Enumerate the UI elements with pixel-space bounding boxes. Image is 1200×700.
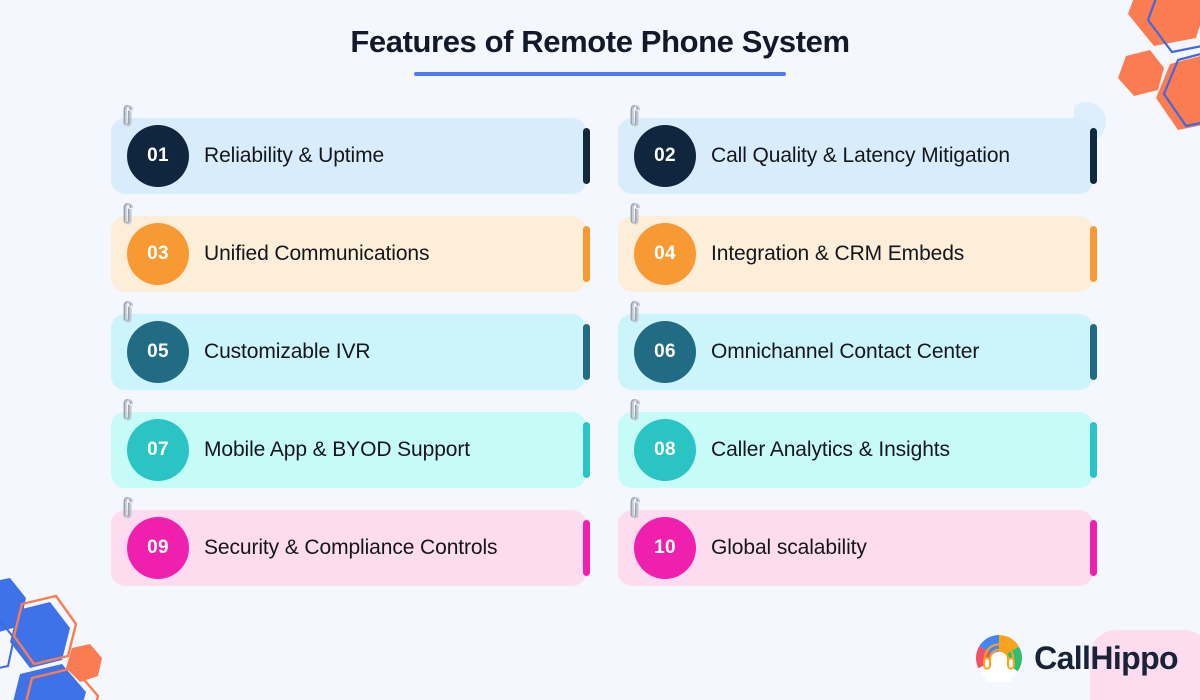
- feature-number-badge: 08: [634, 419, 696, 481]
- paperclip-icon: [626, 203, 644, 229]
- feature-label: Call Quality & Latency Mitigation: [711, 144, 1011, 167]
- paperclip-icon: [626, 497, 644, 523]
- page-header: Features of Remote Phone System: [0, 20, 1200, 76]
- paperclip-icon: [626, 399, 644, 425]
- paperclip-icon: [119, 105, 137, 131]
- feature-card[interactable]: 03 Unified Communications: [111, 203, 590, 292]
- page-title: Features of Remote Phone System: [350, 24, 850, 59]
- feature-card[interactable]: 10 Global scalability: [618, 497, 1097, 586]
- paperclip-icon: [119, 301, 137, 327]
- feature-label: Reliability & Uptime: [204, 144, 385, 167]
- feature-number-badge: 09: [127, 517, 189, 579]
- callhippo-logo[interactable]: CallHippo: [975, 634, 1179, 686]
- feature-number-badge: 07: [127, 419, 189, 481]
- feature-card[interactable]: 04 Integration & CRM Embeds: [618, 203, 1097, 292]
- feature-number-badge: 03: [127, 223, 189, 285]
- feature-number-badge: 02: [634, 125, 696, 187]
- feature-label: Global scalability: [711, 536, 867, 559]
- feature-accent-bar: [1090, 520, 1097, 576]
- callhippo-headset-logo-icon: [975, 634, 1023, 686]
- feature-label: Integration & CRM Embeds: [711, 242, 965, 265]
- feature-accent-bar: [583, 226, 590, 282]
- feature-card[interactable]: 02 Call Quality & Latency Mitigation: [618, 105, 1097, 194]
- feature-card[interactable]: 08 Caller Analytics & Insights: [618, 399, 1097, 488]
- callhippo-logo-text: CallHippo: [1034, 640, 1179, 676]
- feature-card[interactable]: 07 Mobile App & BYOD Support: [111, 399, 590, 488]
- feature-card[interactable]: 01 Reliability & Uptime: [111, 105, 590, 194]
- feature-label: Omnichannel Contact Center: [711, 340, 980, 363]
- feature-number-badge: 06: [634, 321, 696, 383]
- feature-number-badge: 10: [634, 517, 696, 579]
- feature-number-badge: 01: [127, 125, 189, 187]
- feature-accent-bar: [1090, 226, 1097, 282]
- feature-accent-bar: [1090, 324, 1097, 380]
- feature-accent-bar: [1090, 128, 1097, 184]
- feature-card[interactable]: 06 Omnichannel Contact Center: [618, 301, 1097, 390]
- paperclip-icon: [119, 497, 137, 523]
- feature-accent-bar: [583, 422, 590, 478]
- feature-grid: 01 Reliability & Uptime 02 Call Quality &…: [111, 105, 1097, 586]
- feature-label: Customizable IVR: [204, 340, 371, 363]
- feature-accent-bar: [583, 324, 590, 380]
- decoration-bottom-left: [0, 578, 102, 700]
- paperclip-icon: [119, 203, 137, 229]
- feature-number-badge: 05: [127, 321, 189, 383]
- feature-accent-bar: [583, 128, 590, 184]
- feature-card[interactable]: 09 Security & Compliance Controls: [111, 497, 590, 586]
- title-underline: [414, 72, 786, 76]
- paperclip-icon: [626, 301, 644, 327]
- feature-label: Mobile App & BYOD Support: [204, 438, 470, 461]
- feature-card[interactable]: 05 Customizable IVR: [111, 301, 590, 390]
- feature-label: Security & Compliance Controls: [204, 536, 498, 559]
- feature-number-badge: 04: [634, 223, 696, 285]
- feature-label: Caller Analytics & Insights: [711, 438, 950, 461]
- feature-label: Unified Communications: [204, 242, 430, 265]
- paperclip-icon: [626, 105, 644, 131]
- feature-accent-bar: [1090, 422, 1097, 478]
- feature-accent-bar: [583, 520, 590, 576]
- paperclip-icon: [119, 399, 137, 425]
